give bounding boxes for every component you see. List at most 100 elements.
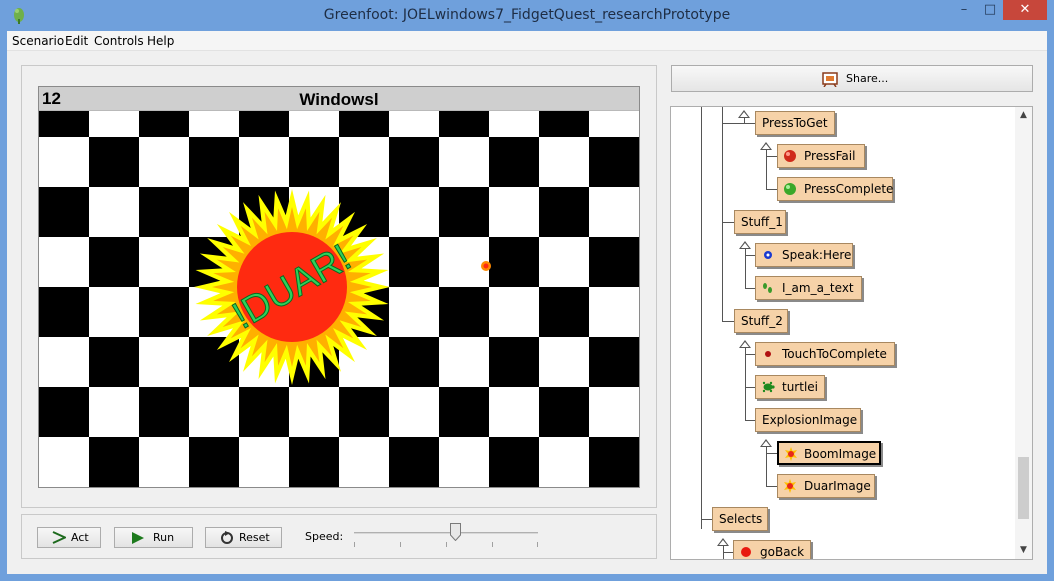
- class-label: PressComplete: [804, 182, 894, 196]
- checkerboard[interactable]: !DUAR!: [39, 111, 639, 487]
- reset-button[interactable]: Reset: [205, 527, 282, 548]
- board-square: [589, 437, 639, 487]
- scrollbar-thumb[interactable]: [1018, 457, 1029, 519]
- board-square: [139, 111, 189, 137]
- board-square: [289, 387, 339, 437]
- maximize-button[interactable]: □: [977, 0, 1003, 20]
- board-square: [439, 387, 489, 437]
- board-square: [189, 337, 239, 387]
- menu-edit[interactable]: Edit: [65, 34, 88, 48]
- board-square: [39, 437, 89, 487]
- class-label: Stuff_2: [741, 314, 783, 328]
- board-square: [89, 111, 139, 137]
- share-label: Share...: [846, 72, 889, 85]
- slider-tick: [400, 542, 401, 547]
- class-turtlei[interactable]: turtlei: [755, 375, 825, 399]
- board-square: [439, 287, 489, 337]
- slider-tick: [537, 542, 538, 547]
- board-square: [589, 187, 639, 237]
- board-square: [489, 111, 539, 137]
- board-square: [89, 287, 139, 337]
- class-pressfail[interactable]: PressFail: [777, 144, 865, 168]
- board-square: [289, 437, 339, 487]
- board-square: [389, 237, 439, 287]
- board-square: [539, 437, 589, 487]
- run-label: Run: [153, 531, 175, 544]
- class-duarimage[interactable]: DuarImage: [777, 474, 875, 498]
- world-view[interactable]: 12 Windowsl !DUAR!: [38, 86, 640, 488]
- scroll-up-icon[interactable]: ▲: [1018, 110, 1029, 120]
- class-label: Stuff_1: [741, 215, 783, 229]
- board-square: [89, 387, 139, 437]
- board-square: [339, 187, 389, 237]
- class-explosionimage[interactable]: ExplosionImage: [755, 408, 861, 432]
- board-square: [589, 111, 639, 137]
- act-button[interactable]: Act: [37, 527, 101, 548]
- board-square: [489, 287, 539, 337]
- board-square: [139, 237, 189, 287]
- world-title: Windowsl: [299, 90, 379, 109]
- speed-slider-track[interactable]: [354, 532, 538, 534]
- board-square: [339, 387, 389, 437]
- board-square: [589, 137, 639, 187]
- class-stuff-1[interactable]: Stuff_1: [734, 210, 786, 234]
- class-presscomplete[interactable]: PressComplete: [777, 177, 893, 201]
- class-speakhere[interactable]: Speak:Here: [755, 243, 853, 267]
- board-square: [189, 387, 239, 437]
- small-explosion-actor[interactable]: [481, 261, 491, 271]
- class-stuff-2[interactable]: Stuff_2: [734, 309, 788, 333]
- class-selects[interactable]: Selects: [712, 507, 768, 531]
- board-square: [289, 137, 339, 187]
- board-square: [389, 287, 439, 337]
- class-label: Speak:Here: [782, 248, 852, 262]
- close-button[interactable]: ✕: [1003, 0, 1047, 20]
- class-goback[interactable]: goBack: [733, 540, 811, 559]
- menu-controls[interactable]: Controls: [94, 34, 144, 48]
- class-tree[interactable]: PressToGet PressFail PressComplete Stuff…: [670, 106, 1033, 560]
- inherit-arrow: [739, 340, 751, 348]
- world-header: 12 Windowsl: [39, 87, 639, 111]
- board-square: [39, 287, 89, 337]
- board-square: [589, 337, 639, 387]
- class-touchtocomplete[interactable]: TouchToComplete: [755, 342, 895, 366]
- board-square: [439, 337, 489, 387]
- board-square: [489, 387, 539, 437]
- class-tree-scrollbar[interactable]: ▲ ▼: [1015, 107, 1032, 559]
- board-square: [339, 337, 389, 387]
- board-square: [539, 137, 589, 187]
- inherit-arrow: [760, 142, 772, 150]
- board-square: [389, 137, 439, 187]
- slider-tick: [446, 542, 447, 547]
- class-label: BoomImage: [804, 447, 877, 461]
- class-presstoget[interactable]: PressToGet: [755, 111, 835, 135]
- board-square: [489, 187, 539, 237]
- minimize-button[interactable]: –: [951, 0, 977, 20]
- board-square: [389, 337, 439, 387]
- board-square: [39, 137, 89, 187]
- run-button[interactable]: Run: [114, 527, 193, 548]
- scroll-down-icon[interactable]: ▼: [1018, 545, 1029, 555]
- board-square: [539, 337, 589, 387]
- board-square: [439, 437, 489, 487]
- board-square: [239, 437, 289, 487]
- class-i-am-a-text[interactable]: I_am_a_text: [755, 276, 862, 300]
- slider-tick: [354, 542, 355, 547]
- explosion-icon: [785, 447, 797, 461]
- board-square: [89, 137, 139, 187]
- board-square: [339, 437, 389, 487]
- board-square: [89, 437, 139, 487]
- board-square: [339, 111, 389, 137]
- speed-slider-thumb[interactable]: [450, 523, 461, 541]
- turtle-icon: [762, 381, 775, 393]
- inherit-arrow: [717, 538, 729, 546]
- reset-label: Reset: [239, 531, 270, 544]
- title-bar[interactable]: Greenfoot: JOELwindows7_FidgetQuest_rese…: [0, 0, 1054, 31]
- board-square: [139, 437, 189, 487]
- board-square: [189, 437, 239, 487]
- menu-help[interactable]: Help: [147, 34, 174, 48]
- share-button[interactable]: Share...: [671, 65, 1033, 92]
- board-square: [239, 387, 289, 437]
- board-square: [389, 387, 439, 437]
- menu-scenario[interactable]: Scenario: [12, 34, 64, 48]
- class-boomimage[interactable]: BoomImage: [777, 441, 881, 465]
